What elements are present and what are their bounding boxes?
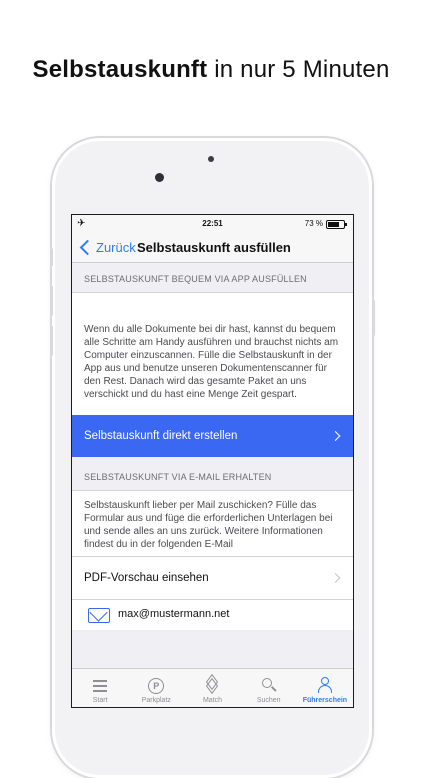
tab-label: Führerschein (302, 697, 348, 704)
section-header-app: SELBSTAUSKUNFT BEQUEM VIA APP AUSFÜLLEN (72, 263, 353, 293)
battery-icon (326, 220, 347, 229)
back-label: Zurück (96, 240, 136, 255)
user-icon (316, 676, 334, 694)
chevron-left-icon (79, 239, 96, 256)
mail-description: Selbstauskunft lieber per Mail zuschicke… (72, 491, 353, 557)
chevron-right-icon (330, 573, 341, 583)
tab-label: Parkplatz (141, 697, 171, 704)
pdf-preview-label: PDF-Vorschau einsehen (84, 572, 209, 584)
promo-title-bold: Selbstauskunft (32, 56, 208, 83)
tab-label: Match (202, 697, 223, 704)
section-header-mail: SELBSTAUSKUNFT VIA E-MAIL ERHALTEN (72, 457, 353, 491)
page-title: Selbstauskunft ausfüllen (137, 240, 291, 255)
promo-title: Selbstauskunft in nur 5 Minuten (0, 56, 422, 84)
chevron-right-icon (330, 431, 341, 441)
menu-icon (91, 676, 109, 694)
create-selbstauskunft-button[interactable]: Selbstauskunft direkt erstellen (72, 415, 353, 457)
navigation-bar: Zurück Selbstauskunft ausfüllen (72, 233, 353, 263)
search-icon (260, 676, 278, 694)
back-button[interactable]: Zurück (78, 239, 136, 256)
email-row[interactable]: max@mustermann.net (72, 600, 353, 630)
power-button (372, 300, 375, 336)
email-address: max@mustermann.net (118, 608, 230, 620)
tab-fuehrerschein[interactable]: Führerschein (297, 669, 353, 707)
tab-bar: Start P Parkplatz Match Suchen Führersch… (72, 668, 353, 707)
app-description: Wenn du alle Dokumente bei dir hast, kan… (72, 293, 353, 415)
battery-percent: 73 % (304, 219, 323, 228)
volume-down-button (50, 326, 53, 356)
speaker-dot (208, 156, 214, 162)
tab-label: Suchen (256, 697, 281, 704)
layers-icon (204, 673, 222, 695)
tab-suchen[interactable]: Suchen (241, 669, 297, 707)
tab-label: Start (92, 697, 108, 704)
mute-switch (50, 248, 53, 266)
volume-up-button (50, 286, 53, 316)
status-bar: ✈ 22:51 73 % (72, 215, 353, 233)
tab-parkplatz[interactable]: P Parkplatz (128, 669, 184, 707)
camera-icon (155, 173, 164, 182)
parking-icon: P (148, 678, 165, 694)
phone-screen: ✈ 22:51 73 % Zurück Selbstauskunft ausfü… (71, 214, 354, 708)
promo-title-rest: in nur 5 Minuten (207, 56, 390, 83)
create-button-label: Selbstauskunft direkt erstellen (84, 430, 238, 442)
mail-icon (88, 608, 110, 623)
pdf-preview-row[interactable]: PDF-Vorschau einsehen (72, 557, 353, 600)
tab-start[interactable]: Start (72, 669, 128, 707)
tab-match[interactable]: Match (184, 669, 240, 707)
